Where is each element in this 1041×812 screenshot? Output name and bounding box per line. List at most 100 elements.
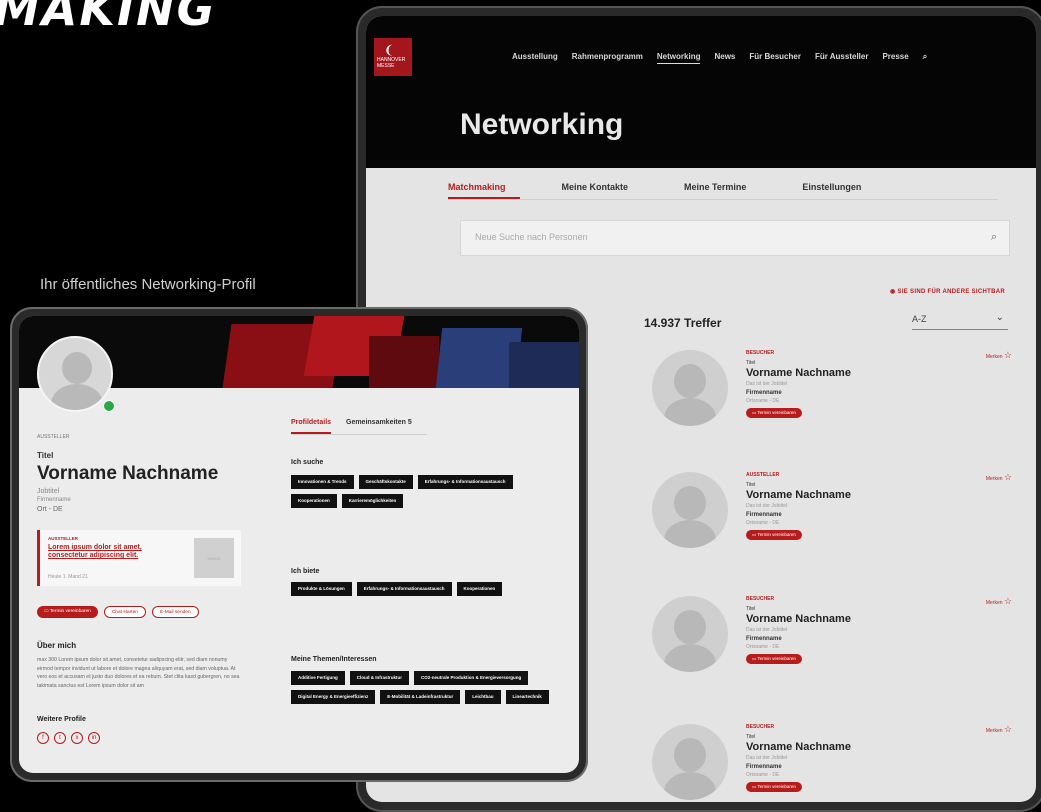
tab-einstellungen[interactable]: Einstellungen [802,178,875,199]
email-button[interactable]: E-Mail senden [151,606,199,618]
promo-stage: MAKING Ihr öffentliches Networking-Profi… [0,0,1041,812]
nav-item-rahmenprogramm[interactable]: Rahmenprogramm [572,52,643,64]
nav-item-besucher[interactable]: Für Besucher [749,52,801,64]
termin-button[interactable]: ▭ Termin vereinbaren [746,530,802,540]
person-firm: Firmenname [746,390,782,396]
bookmark-button[interactable]: Merken ☆ [986,596,1012,607]
xing-icon[interactable]: x [71,732,83,744]
person-role: AUSSTELLER [746,472,780,478]
logo-mark-icon: ❨ [384,43,395,57]
person-card[interactable]: BESUCHER Titel Vorname Nachname Das ist … [642,724,1012,802]
tag: Karrieremöglichkeiten [341,494,404,508]
person-card[interactable]: AUSSTELLER Titel Vorname Nachname Das is… [642,472,1012,582]
tab-gemeinsamkeiten[interactable]: Gemeinsamkeiten 5 [346,419,412,426]
chat-button[interactable]: Chat starten [103,606,146,618]
search-icon[interactable]: ⌕ [991,231,997,244]
nav-item-aussteller[interactable]: Für Aussteller [815,52,869,64]
person-name[interactable]: Vorname Nachname [746,489,851,501]
termin-button[interactable]: ▭ Termin vereinbaren [37,606,98,618]
twitter-icon[interactable]: t [54,732,66,744]
person-location: Ortsname - DE [746,644,780,650]
tag: Erfahrungs- & Informationsaustausch [417,475,513,489]
profile-location: Ort - DE [37,506,63,513]
person-card[interactable]: BESUCHER Titel Vorname Nachname Das ist … [642,350,1012,460]
termin-button[interactable]: ▭ Termin vereinbaren [746,408,802,418]
tab-meine-termine[interactable]: Meine Termine [684,178,760,199]
termin-button[interactable]: ▭ Termin vereinbaren [746,654,802,664]
profile-screen: AUSSTELLER Titel Vorname Nachname Jobtit… [19,316,579,773]
person-job: Das ist der Jobtitel [746,381,788,387]
termin-button[interactable]: ▭ Termin vereinbaren [746,782,802,792]
topics-heading: Meine Themen/Interessen [291,656,377,663]
person-name[interactable]: Vorname Nachname [746,367,851,379]
offer-heading: Ich biete [291,568,320,575]
tablet-front: AUSSTELLER Titel Vorname Nachname Jobtit… [10,307,588,782]
profile-job: Jobtitel [37,488,60,495]
tag: E-Mobilität & Ladeinfrastruktur [380,690,461,704]
star-icon: ☆ [1003,472,1012,482]
hit-count: 14.937 Treffer [644,316,722,330]
bookmark-button[interactable]: Merken ☆ [986,724,1012,735]
person-name[interactable]: Vorname Nachname [746,741,851,753]
person-role: BESUCHER [746,596,775,602]
person-title: Titel [746,360,756,366]
header-dark: ❨ HANNOVER MESSE Ausstellung Rahmenprogr… [366,16,1036,168]
tab-count: 5 [407,419,412,426]
profile-tabs: Profildetails Gemeinsamkeiten 5 [291,417,427,435]
page-title: Networking [460,108,624,141]
social-links: f t x in [37,732,100,744]
visibility-status[interactable]: ◉ SIE SIND FÜR ANDERE SICHTBAR [890,288,1005,295]
avatar [652,472,728,548]
post-image: IMAGE [194,538,234,578]
person-title: Titel [746,606,756,612]
chevron-down-icon: ⌄ [995,312,1004,323]
linkedin-icon[interactable]: in [88,732,100,744]
profile-title: Titel [37,451,54,460]
nav-item-presse[interactable]: Presse [882,52,908,64]
sort-value: A-Z [912,314,927,324]
tab-meine-kontakte[interactable]: Meine Kontakte [562,178,643,199]
avatar [37,336,113,412]
main-nav: Ausstellung Rahmenprogramm Networking Ne… [512,52,927,64]
tab-matchmaking[interactable]: Matchmaking [448,178,520,199]
exhibitor-post[interactable]: AUSSTELLER Lorem ipsum dolor sit amet, c… [37,530,241,586]
person-location: Ortsname - DE [746,520,780,526]
profile-firm: Firmenname [37,497,71,503]
facebook-icon[interactable]: f [37,732,49,744]
person-title: Titel [746,482,756,488]
more-profiles-heading: Weitere Profile [37,716,86,723]
avatar [652,596,728,672]
nav-item-news[interactable]: News [714,52,735,64]
person-title: Titel [746,734,756,740]
post-title-link[interactable]: Lorem ipsum dolor sit amet, consectetur … [48,544,178,561]
tag: Leichtbau [465,690,501,704]
search-icon[interactable]: ⌕ [923,52,927,64]
online-status-icon [103,400,115,412]
person-card[interactable]: BESUCHER Titel Vorname Nachname Das ist … [642,596,1012,706]
eye-icon: ◉ [890,289,898,295]
bookmark-button[interactable]: Merken ☆ [986,350,1012,361]
person-name[interactable]: Vorname Nachname [746,613,851,625]
post-date: Heute 1. Mand 21 [48,574,88,580]
star-icon: ☆ [1003,350,1012,360]
tag: Additive Fertigung [291,671,345,685]
about-text: max 300 Lorem ipsum dolor sit amet, cons… [37,657,240,689]
person-search-input[interactable]: Neue Suche nach Personen ⌕ [460,220,1010,256]
profile-caption: Ihr öffentliches Networking-Profil [40,276,256,293]
person-job: Das ist der Jobtitel [746,503,788,509]
person-location: Ortsname - DE [746,398,780,404]
tag: Lineartechnik [505,690,549,704]
tag: Digital Energy & Energieeffizienz [291,690,376,704]
nav-item-networking[interactable]: Networking [656,52,701,64]
bookmark-button[interactable]: Merken ☆ [986,472,1012,483]
tab-profildetails[interactable]: Profildetails [291,419,332,434]
person-firm: Firmenname [746,636,782,642]
topic-tags: Additive Fertigung Cloud & Infrastruktur… [291,671,555,704]
sort-select[interactable]: A-Z ⌄ [912,308,1008,330]
brand-logo[interactable]: ❨ HANNOVER MESSE [374,38,412,76]
offer-tags: Produkte & Lösungen Erfahrungs- & Inform… [291,582,555,596]
tag: Kooperationen [456,582,503,596]
tag: Erfahrungs- & Informationsaustausch [356,582,452,596]
tag: Geschäftskontakte [358,475,413,489]
nav-item-ausstellung[interactable]: Ausstellung [512,52,558,64]
